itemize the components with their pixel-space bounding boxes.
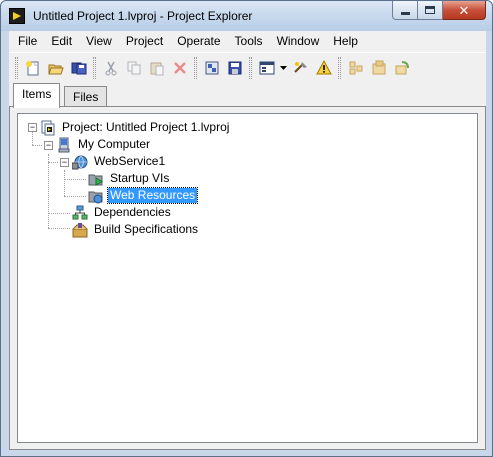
tree-node-label: Web Resources xyxy=(106,187,199,204)
resolve-button[interactable] xyxy=(290,57,312,79)
menu-operate[interactable]: Operate xyxy=(170,31,227,52)
warning-icon xyxy=(316,60,332,75)
toolbar-grip[interactable] xyxy=(15,57,18,79)
menu-file[interactable]: File xyxy=(11,31,44,52)
window-title: Untitled Project 1.lvproj - Project Expl… xyxy=(33,9,253,23)
project-explorer-window: Untitled Project 1.lvproj - Project Expl… xyxy=(0,0,493,457)
dependencies-icon xyxy=(72,205,88,221)
close-button[interactable]: ✕ xyxy=(443,1,486,20)
tab-files[interactable]: Files xyxy=(64,86,108,108)
expand-button[interactable] xyxy=(368,57,390,79)
build-specifications-icon xyxy=(72,222,88,238)
tree-node-build-specifications[interactable]: Build Specifications xyxy=(72,221,200,238)
cut-button[interactable] xyxy=(100,57,122,79)
startup-folder-icon xyxy=(88,171,104,187)
close-icon: ✕ xyxy=(458,2,470,18)
maximize-button[interactable] xyxy=(418,1,443,20)
tree-connector xyxy=(64,170,65,196)
tree-node-label: Startup VIs xyxy=(110,171,170,185)
delete-button[interactable] xyxy=(169,57,191,79)
tree-connector xyxy=(48,154,49,228)
view-dropdown[interactable] xyxy=(279,57,287,79)
tree-connector xyxy=(64,179,86,180)
tree-connector xyxy=(48,213,70,214)
maximize-icon xyxy=(425,6,435,14)
project-icon xyxy=(40,120,56,136)
tab-strip: Items Files xyxy=(9,83,486,108)
computer-icon xyxy=(56,137,72,153)
warning-button[interactable] xyxy=(313,57,335,79)
resolve-icon xyxy=(294,62,307,73)
filter-button[interactable] xyxy=(391,57,413,79)
build-icon xyxy=(205,61,219,75)
tree-node-my-computer[interactable]: My Computer xyxy=(56,136,152,153)
project-tree[interactable]: − Project: Untitled Project 1.lvproj − M… xyxy=(17,113,478,443)
items-panel: − Project: Untitled Project 1.lvproj − M… xyxy=(9,106,486,450)
caption-buttons: ✕ xyxy=(392,1,486,21)
save-all-icon xyxy=(71,62,87,75)
tree-node-web-resources[interactable]: Web Resources xyxy=(88,187,199,204)
tree-connector xyxy=(64,196,86,197)
menu-bar: File Edit View Project Operate Tools Win… xyxy=(9,31,486,52)
toolbar-separator xyxy=(194,57,197,79)
tree-node-label: Build Specifications xyxy=(94,222,199,236)
view-icon xyxy=(259,61,275,75)
copy-button[interactable] xyxy=(123,57,145,79)
menu-edit[interactable]: Edit xyxy=(44,31,79,52)
menu-help[interactable]: Help xyxy=(326,31,365,52)
dropdown-arrow-icon xyxy=(279,66,287,70)
paste-button[interactable] xyxy=(146,57,168,79)
collapse-icon xyxy=(349,61,363,75)
paste-icon xyxy=(150,62,164,76)
open-button[interactable] xyxy=(45,57,67,79)
menu-project[interactable]: Project xyxy=(119,31,170,52)
tree-node-label: Dependencies xyxy=(94,205,171,219)
collapse-button[interactable] xyxy=(345,57,367,79)
view-button[interactable] xyxy=(256,57,278,79)
tree-connector xyxy=(48,162,58,163)
tab-items[interactable]: Items xyxy=(13,83,61,108)
tree-node-label: My Computer xyxy=(78,137,151,151)
tree-node-project[interactable]: Project: Untitled Project 1.lvproj xyxy=(40,119,231,136)
save-all-button[interactable] xyxy=(68,57,90,79)
save-project-button[interactable] xyxy=(224,57,246,79)
toolbar-separator xyxy=(338,57,341,79)
copy-icon xyxy=(127,61,141,75)
window-bottom-frame xyxy=(1,450,492,456)
menu-tools[interactable]: Tools xyxy=(228,31,270,52)
expander-project[interactable]: − xyxy=(28,123,37,132)
tree-node-label: WebService1 xyxy=(94,154,166,168)
tree-connector xyxy=(32,145,42,146)
tree-node-startup-vis[interactable]: Startup VIs xyxy=(88,170,171,187)
build-button[interactable] xyxy=(201,57,223,79)
toolbar-separator xyxy=(249,57,252,79)
new-button[interactable] xyxy=(22,57,44,79)
filter-icon xyxy=(395,61,409,75)
labview-app-icon[interactable] xyxy=(9,8,25,24)
minimize-icon xyxy=(400,11,410,15)
tree-connector xyxy=(48,228,70,229)
tree-node-dependencies[interactable]: Dependencies xyxy=(72,204,173,221)
new-icon xyxy=(26,61,39,76)
cut-icon xyxy=(105,61,117,76)
expand-icon xyxy=(372,60,386,75)
toolbar-separator xyxy=(93,57,96,79)
expander-my-computer[interactable]: − xyxy=(44,141,53,150)
title-bar[interactable]: Untitled Project 1.lvproj - Project Expl… xyxy=(1,1,492,31)
delete-icon xyxy=(174,62,186,74)
menu-view[interactable]: View xyxy=(79,31,119,52)
expander-webservice1[interactable]: − xyxy=(60,158,69,167)
menu-window[interactable]: Window xyxy=(270,31,327,52)
save-project-icon xyxy=(228,61,242,75)
tree-node-webservice1[interactable]: WebService1 xyxy=(72,153,167,170)
tree-node-label: Project: Untitled Project 1.lvproj xyxy=(62,120,230,134)
open-icon xyxy=(48,64,64,75)
toolbar xyxy=(9,52,486,83)
minimize-button[interactable] xyxy=(392,1,418,20)
web-service-icon xyxy=(72,154,88,170)
web-resources-folder-icon xyxy=(88,188,104,204)
